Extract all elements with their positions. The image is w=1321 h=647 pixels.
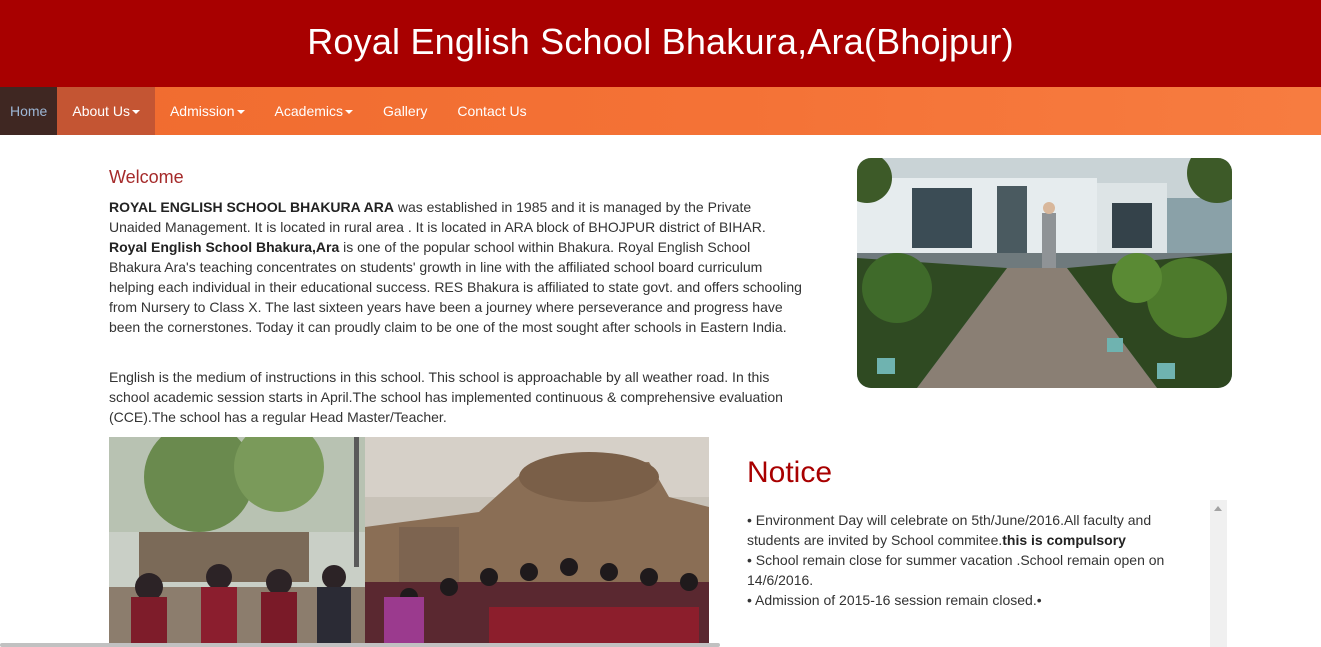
nav-about-us[interactable]: About Us: [57, 87, 155, 135]
nav-home-label: Home: [10, 103, 48, 119]
notice-item-text: • School remain close for summer vacatio…: [747, 552, 1165, 588]
notice-scrollbar[interactable]: [1210, 500, 1227, 647]
notice-item: • Environment Day will celebrate on 5th/…: [747, 510, 1187, 550]
nav-contact-us-label: Contact Us: [457, 103, 527, 119]
school-building-photo: [857, 158, 1232, 388]
medium-paragraph: English is the medium of instructions in…: [109, 369, 783, 425]
students-group-photo: [109, 437, 709, 647]
notice-item: • Admission of 2015-16 session remain cl…: [747, 590, 1187, 610]
school-name-bold: ROYAL ENGLISH SCHOOL BHAKURA ARA: [109, 199, 394, 215]
nav-gallery-label: Gallery: [383, 103, 428, 119]
scroll-up-arrow-icon[interactable]: [1214, 506, 1222, 511]
students-group-illustration: [109, 437, 709, 647]
caret-down-icon: [236, 110, 245, 115]
nav-academics-label: Academics: [274, 103, 344, 119]
page-horizontal-scrollbar[interactable]: [0, 643, 720, 647]
caret-down-icon: [131, 110, 140, 115]
nav-academics[interactable]: Academics: [260, 87, 368, 135]
notice-item: • School remain close for summer vacatio…: [747, 550, 1187, 590]
caret-down-icon: [345, 110, 354, 115]
nav-home[interactable]: Home: [0, 87, 58, 135]
nav-admission[interactable]: Admission: [155, 87, 260, 135]
nav-gallery[interactable]: Gallery: [368, 87, 442, 135]
notice-item-bold: this is compulsory: [1002, 532, 1126, 548]
nav-contact-us[interactable]: Contact Us: [442, 87, 541, 135]
school-name-bold-2: Royal English School Bhakura,Ara: [109, 239, 340, 255]
nav-about-us-label: About Us: [72, 103, 130, 119]
notice-heading: Notice: [747, 456, 833, 489]
school-building-illustration: [857, 158, 1232, 388]
welcome-paragraph: ROYAL ENGLISH SCHOOL BHAKURA ARA was est…: [109, 197, 804, 337]
site-title: Royal English School Bhakura,Ara(Bhojpur…: [307, 21, 1014, 62]
notice-list: • Environment Day will celebrate on 5th/…: [747, 510, 1187, 610]
notice-item-text: • Admission of 2015-16 session remain cl…: [747, 592, 1042, 608]
notice-scroll-box[interactable]: • Environment Day will celebrate on 5th/…: [747, 500, 1227, 647]
nav-admission-label: Admission: [169, 103, 235, 119]
site-header: Royal English School Bhakura,Ara(Bhojpur…: [0, 0, 1321, 87]
welcome-heading: Welcome: [109, 167, 184, 187]
main-navbar: Home About Us Admission Academics Galler…: [0, 87, 1321, 135]
